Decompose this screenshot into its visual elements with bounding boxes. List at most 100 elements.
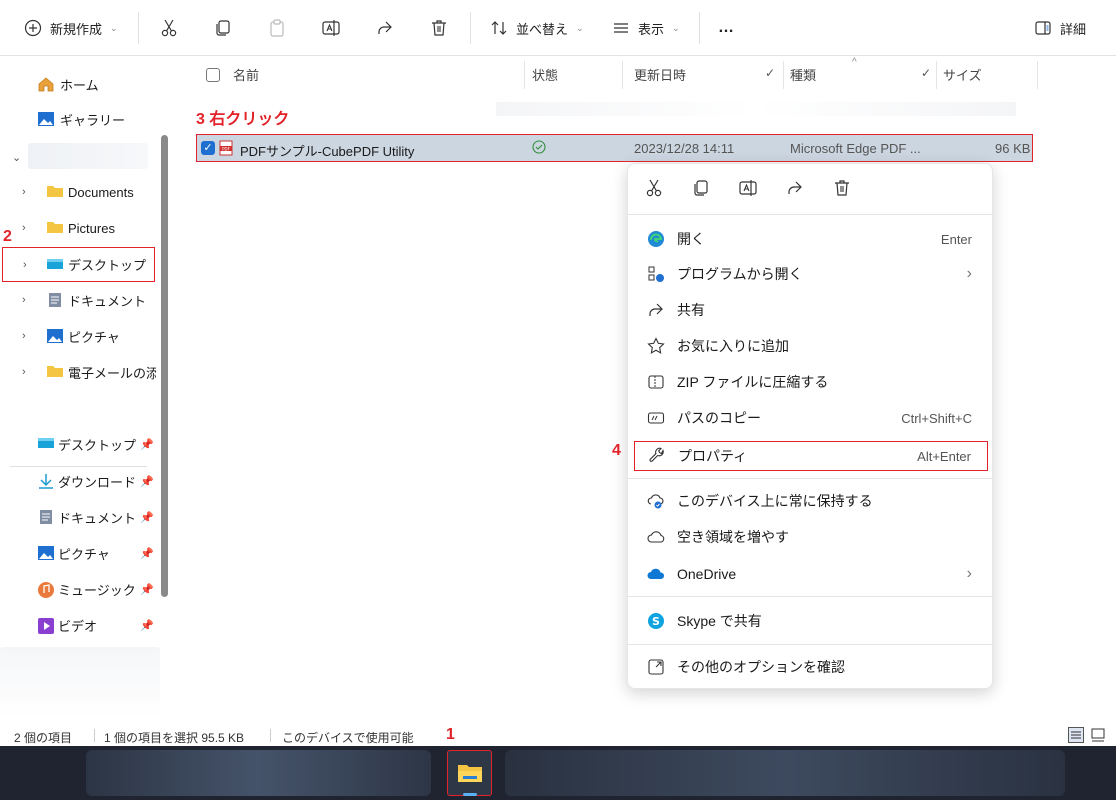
- chevron-right-icon: ›: [22, 222, 26, 234]
- pin-icon[interactable]: 📌: [140, 438, 154, 451]
- share-button[interactable]: [374, 14, 396, 42]
- sidebar-item-label: ギャラリー: [60, 112, 126, 128]
- chevron-down-icon: ⌄: [110, 22, 118, 33]
- open-with-icon: [646, 264, 666, 284]
- cloud-icon: [646, 527, 666, 547]
- menu-item-label: Skype で共有: [677, 613, 762, 629]
- details-view-icon[interactable]: [1068, 727, 1084, 743]
- column-header-status[interactable]: 状態: [532, 65, 558, 84]
- menu-item-free-space[interactable]: 空き領域を増やす: [634, 522, 988, 552]
- pdf-file-icon: PDF: [219, 140, 233, 159]
- file-row[interactable]: ✓ PDF PDFサンプル-CubePDF Utility 2023/12/28…: [196, 134, 1033, 162]
- large-icons-view-icon[interactable]: [1090, 727, 1106, 746]
- details-pane-button[interactable]: 詳細: [1032, 14, 1086, 42]
- column-header-label: 種類: [790, 68, 817, 83]
- pin-icon[interactable]: 📌: [140, 619, 154, 632]
- pinned-item-pictures[interactable]: ピクチャ 📌: [0, 539, 160, 567]
- details-pane-label: 詳細: [1060, 21, 1087, 37]
- sidebar-item-desktop[interactable]: › デスクトップ: [2, 247, 155, 282]
- annotation-step-4: 4: [612, 442, 621, 459]
- sidebar-item-home[interactable]: ホーム: [0, 70, 160, 98]
- menu-item-share[interactable]: 共有: [634, 295, 988, 325]
- copy-icon[interactable]: [691, 178, 711, 198]
- scissors-icon[interactable]: [644, 178, 664, 198]
- chevron-right-icon: ›: [966, 565, 972, 582]
- menu-item-onedrive[interactable]: OneDrive ›: [634, 559, 988, 589]
- column-divider[interactable]: [1037, 61, 1038, 89]
- file-modified: 2023/12/28 14:11: [634, 141, 735, 156]
- column-header-type[interactable]: 種類: [790, 65, 816, 84]
- chevron-down-icon: ⌄: [672, 22, 680, 33]
- taskbar-file-explorer-button[interactable]: [447, 750, 492, 796]
- music-icon: [37, 581, 55, 598]
- toolbar-divider: [699, 12, 700, 44]
- menu-item-copy-path[interactable]: パスのコピー Ctrl+Shift+C: [634, 403, 988, 433]
- menu-item-label: 開く: [677, 231, 705, 247]
- menu-item-open-with[interactable]: プログラムから開く ›: [634, 259, 988, 289]
- more-options-icon: [646, 657, 666, 677]
- row-checkbox-checked[interactable]: ✓: [201, 141, 215, 155]
- column-divider[interactable]: [524, 61, 525, 89]
- column-divider[interactable]: [783, 61, 784, 89]
- sidebar-item-label: ミュージック: [58, 582, 136, 598]
- column-header-size[interactable]: サイズ: [943, 65, 982, 84]
- pin-icon[interactable]: 📌: [140, 583, 154, 596]
- pinned-item-videos[interactable]: ビデオ 📌: [0, 611, 160, 639]
- pin-icon[interactable]: 📌: [140, 511, 154, 524]
- active-indicator: [463, 793, 477, 796]
- sort-button[interactable]: 並べ替え ⌄: [488, 14, 584, 42]
- annotation-step-2: 2: [3, 228, 12, 245]
- pin-icon[interactable]: 📌: [140, 475, 154, 488]
- trash-icon[interactable]: [832, 178, 852, 198]
- column-divider[interactable]: [622, 61, 623, 89]
- column-divider[interactable]: [936, 61, 937, 89]
- rename-button[interactable]: [320, 14, 342, 42]
- cut-button[interactable]: [158, 14, 180, 42]
- sidebar-scrollbar[interactable]: [161, 135, 168, 597]
- pinned-item-desktop[interactable]: デスクトップ 📌: [0, 430, 160, 458]
- paste-button[interactable]: [266, 14, 288, 42]
- view-button[interactable]: 表示 ⌄: [610, 14, 680, 42]
- chevron-down-icon: ⌄: [12, 151, 22, 164]
- sidebar-item-pictures-jp[interactable]: › ピクチャ: [0, 322, 160, 350]
- pinned-item-documents[interactable]: ドキュメント 📌: [0, 503, 160, 531]
- menu-item-shortcut: Alt+Enter: [917, 448, 971, 464]
- svg-text:PDF: PDF: [222, 146, 230, 151]
- menu-item-open[interactable]: 開く Enter: [634, 224, 988, 254]
- sidebar-item-documents-jp[interactable]: › ドキュメント: [0, 286, 160, 314]
- view-button-label: 表示: [638, 21, 665, 37]
- sidebar-item-pictures[interactable]: › Pictures: [0, 214, 160, 242]
- chevron-right-icon: ›: [966, 265, 972, 282]
- pinned-item-downloads[interactable]: ダウンロード 📌: [0, 467, 160, 495]
- menu-item-more-options[interactable]: その他のオプションを確認: [634, 652, 988, 682]
- sidebar-item-onedrive-root[interactable]: ⌄: [0, 143, 160, 171]
- sidebar-item-gallery[interactable]: ギャラリー: [0, 105, 160, 133]
- sidebar-item-email-attachments[interactable]: › 電子メールの添付: [0, 358, 160, 386]
- more-options-button[interactable]: …: [718, 14, 734, 42]
- share-icon[interactable]: [785, 178, 805, 198]
- menu-item-label: その他のオプションを確認: [677, 659, 845, 675]
- menu-item-properties[interactable]: プロパティ Alt+Enter: [634, 441, 988, 471]
- menu-item-label: ZIP ファイルに圧縮する: [677, 374, 829, 390]
- column-filter-check-icon[interactable]: ✓: [765, 66, 775, 80]
- new-button[interactable]: 新規作成 ⌄: [22, 14, 118, 42]
- folder-icon: [46, 184, 64, 200]
- sort-button-label: 並べ替え: [516, 21, 569, 37]
- menu-item-always-keep[interactable]: このデバイス上に常に保持する: [634, 486, 988, 516]
- scissors-icon: [158, 17, 180, 39]
- pinned-item-music[interactable]: ミュージック 📌: [0, 575, 160, 603]
- sidebar-item-documents[interactable]: › Documents: [0, 178, 160, 206]
- pin-icon[interactable]: 📌: [140, 547, 154, 560]
- chevron-right-icon: ›: [23, 258, 27, 271]
- select-all-checkbox[interactable]: [206, 67, 220, 82]
- rename-icon[interactable]: [738, 178, 758, 198]
- copy-button[interactable]: [212, 14, 234, 42]
- menu-item-add-favorite[interactable]: お気に入りに追加: [634, 331, 988, 361]
- menu-item-compress-zip[interactable]: ZIP ファイルに圧縮する: [634, 367, 988, 397]
- home-icon: [37, 76, 55, 92]
- column-header-name[interactable]: 名前: [206, 65, 259, 84]
- menu-item-skype-share[interactable]: S Skype で共有: [634, 606, 988, 636]
- delete-button[interactable]: [428, 14, 450, 42]
- column-filter-check-icon[interactable]: ✓: [921, 66, 931, 80]
- column-header-modified[interactable]: 更新日時: [634, 65, 686, 84]
